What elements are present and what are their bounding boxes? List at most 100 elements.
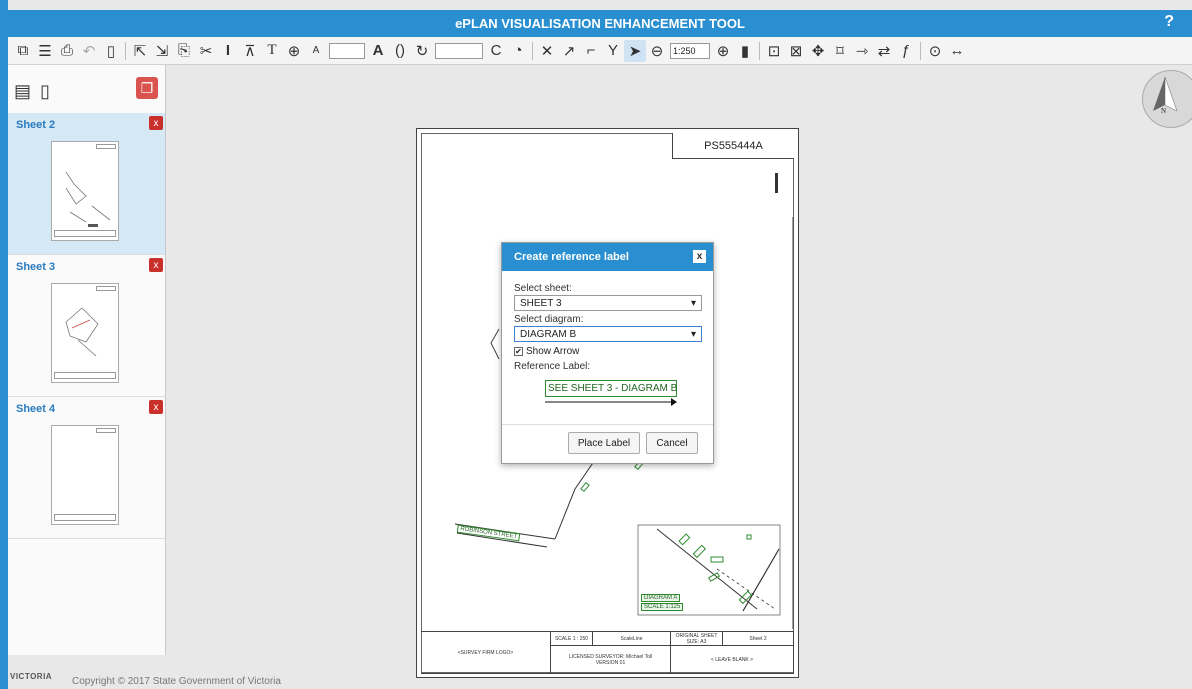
fit-icon[interactable]: ⌑ xyxy=(829,40,851,62)
compass-label: N xyxy=(1161,107,1167,115)
footer-scale: SCALE 1 : 250 xyxy=(551,632,593,646)
add-sheet-icon[interactable]: ▤ xyxy=(14,81,31,102)
remove-sheet-button[interactable]: x xyxy=(149,400,163,414)
add-box-icon[interactable]: ⊡ xyxy=(763,40,785,62)
thumb-plan-drawing xyxy=(65,171,111,227)
toolbar-divider xyxy=(532,41,533,60)
new-page-icon[interactable]: ▯ xyxy=(40,81,50,102)
function-icon[interactable]: ƒ xyxy=(895,40,917,62)
victoria-logo: VICTORIA xyxy=(10,672,53,681)
plan-footer: <SURVEY FIRM LOGO> SCALE 1 : 250 ScaleLi… xyxy=(421,631,794,674)
diagram-a-scale: SCALE 1:125 xyxy=(641,603,684,611)
line-icon[interactable]: I xyxy=(217,40,239,62)
pan-icon[interactable]: ⊙ xyxy=(924,40,946,62)
menu-icon[interactable]: ☰ xyxy=(34,40,56,62)
curve-icon[interactable]: ◔ xyxy=(507,40,529,62)
toolbar-divider xyxy=(125,41,126,60)
chevron-down-icon: ▾ xyxy=(690,297,696,309)
close-icon[interactable]: x xyxy=(693,250,706,263)
dialog-title: Create reference label xyxy=(514,251,629,263)
rotate-icon[interactable]: ↻ xyxy=(411,40,433,62)
reference-label-preview: SEE SHEET 3 - DIAGRAM B xyxy=(545,380,677,410)
sheet-label: Sheet 2 xyxy=(16,119,56,131)
sheet-item[interactable]: Sheet 3 x xyxy=(8,255,165,397)
arrow-right-icon[interactable]: ⇾ xyxy=(851,40,873,62)
move-icon[interactable]: ✥ xyxy=(807,40,829,62)
sheet-item[interactable]: Sheet 4 x xyxy=(8,397,165,539)
compass-north-icon[interactable]: N xyxy=(1142,70,1192,128)
fork-icon[interactable]: Y xyxy=(602,40,624,62)
select-plus-icon[interactable]: ⇲ xyxy=(151,40,173,62)
zoom-in-icon[interactable]: ⊕ xyxy=(712,40,734,62)
remove-sheet-button[interactable]: x xyxy=(149,258,163,272)
cancel-button[interactable]: Cancel xyxy=(646,432,698,454)
thumb-footer xyxy=(54,372,116,379)
select-icon[interactable]: ⇱ xyxy=(129,40,151,62)
reference-label-heading: Reference Label: xyxy=(514,361,591,372)
diagram-a-label: DIAGRAM A xyxy=(641,594,681,602)
chevron-down-icon: ▾ xyxy=(690,328,696,340)
thumb-plan-drawing xyxy=(65,307,99,357)
thumb-title-box xyxy=(96,428,116,433)
delete-box-icon[interactable]: ⊠ xyxy=(785,40,807,62)
dialog-header: Create reference label x xyxy=(502,243,713,271)
scale-input[interactable]: 1:250 xyxy=(670,42,710,59)
place-label-button[interactable]: Place Label xyxy=(568,432,640,454)
delete-icon[interactable]: ✕ xyxy=(536,40,558,62)
swap-icon[interactable]: ⇄ xyxy=(873,40,895,62)
bend-icon[interactable]: ⌐ xyxy=(580,40,602,62)
cut-icon[interactable]: ✂ xyxy=(195,40,217,62)
sheet-label: Sheet 4 xyxy=(16,403,56,415)
pointer-icon[interactable]: ➤ xyxy=(624,39,646,62)
sheet-thumbnail[interactable] xyxy=(51,425,119,525)
sheet-panel: ▤ ▯ ❐ Sheet 2 x Sheet 3 x Sheet 4 x xyxy=(8,65,166,655)
remove-sheet-button[interactable]: x xyxy=(149,116,163,130)
new-sheet-icon[interactable]: ▯ xyxy=(100,40,122,62)
footer-scale-value: 1 : 250 xyxy=(572,635,589,642)
layers-icon[interactable]: ⧉ xyxy=(12,40,34,62)
app-title: ePLAN VISUALISATION ENHANCEMENT TOOL xyxy=(455,16,745,31)
help-button[interactable]: ? xyxy=(1164,13,1174,31)
sheet-label: Sheet 3 xyxy=(16,261,56,273)
undo-icon[interactable]: ↶ xyxy=(78,40,100,62)
arc-icon[interactable]: () xyxy=(389,40,411,62)
arrow-right-icon xyxy=(545,398,677,406)
thumb-footer xyxy=(54,514,116,521)
footer-sheet: Sheet 2 xyxy=(723,632,794,646)
left-accent-strip xyxy=(0,0,8,689)
footer-scale-label: SCALE xyxy=(554,635,572,642)
sheet-thumbnail[interactable] xyxy=(51,141,119,241)
font-size-icon[interactable]: A xyxy=(305,40,327,62)
search-zoom-icon[interactable]: ⊕ xyxy=(283,40,305,62)
panel-tools: ▤ ▯ ❐ xyxy=(8,65,165,113)
export-icon[interactable]: ▮ xyxy=(734,40,756,62)
create-reference-label-dialog: Create reference label x Select sheet: S… xyxy=(501,242,714,464)
copyright-text: Copyright © 2017 State Government of Vic… xyxy=(72,676,281,687)
sheet-thumbnail[interactable] xyxy=(51,283,119,383)
compass-needle-icon xyxy=(1153,76,1178,112)
arrow-icon[interactable]: ↗ xyxy=(558,40,580,62)
sheets-icon[interactable]: ❐ xyxy=(136,77,158,99)
rotate-left-icon[interactable]: C xyxy=(485,40,507,62)
dimension-icon[interactable]: ⊼ xyxy=(239,40,261,62)
checkbox-icon[interactable]: ✔ xyxy=(514,347,523,356)
text-icon[interactable]: T xyxy=(261,40,283,62)
select-diagram-dropdown[interactable]: DIAGRAM B ▾ xyxy=(514,326,702,342)
footer-version: VERSION 01 xyxy=(595,659,626,666)
footer-surveyor: LICENSED SURVEYOR: Michael Toll VERSION … xyxy=(551,646,671,674)
print-icon[interactable]: ⎙ xyxy=(56,40,78,62)
toolbar-divider xyxy=(759,41,760,60)
reference-label-text: SEE SHEET 3 - DIAGRAM B xyxy=(545,380,677,397)
footer-scaleline: ScaleLine xyxy=(593,632,671,646)
font-size-select[interactable] xyxy=(329,42,365,59)
zoom-out-icon[interactable]: ⊖ xyxy=(646,40,668,62)
select-sheet-dropdown[interactable]: SHEET 3 ▾ xyxy=(514,295,702,311)
show-arrow-checkbox[interactable]: ✔ Show Arrow xyxy=(514,346,701,357)
toolbar-divider xyxy=(920,41,921,60)
bold-a-icon[interactable]: A xyxy=(367,40,389,62)
copy-icon[interactable]: ⎘ xyxy=(173,40,195,62)
rotation-input[interactable] xyxy=(435,42,483,59)
sheet-item[interactable]: Sheet 2 x xyxy=(8,113,165,255)
app-title-bar: ePLAN VISUALISATION ENHANCEMENT TOOL ? xyxy=(8,10,1192,37)
expand-icon[interactable]: ↔ xyxy=(946,40,968,62)
